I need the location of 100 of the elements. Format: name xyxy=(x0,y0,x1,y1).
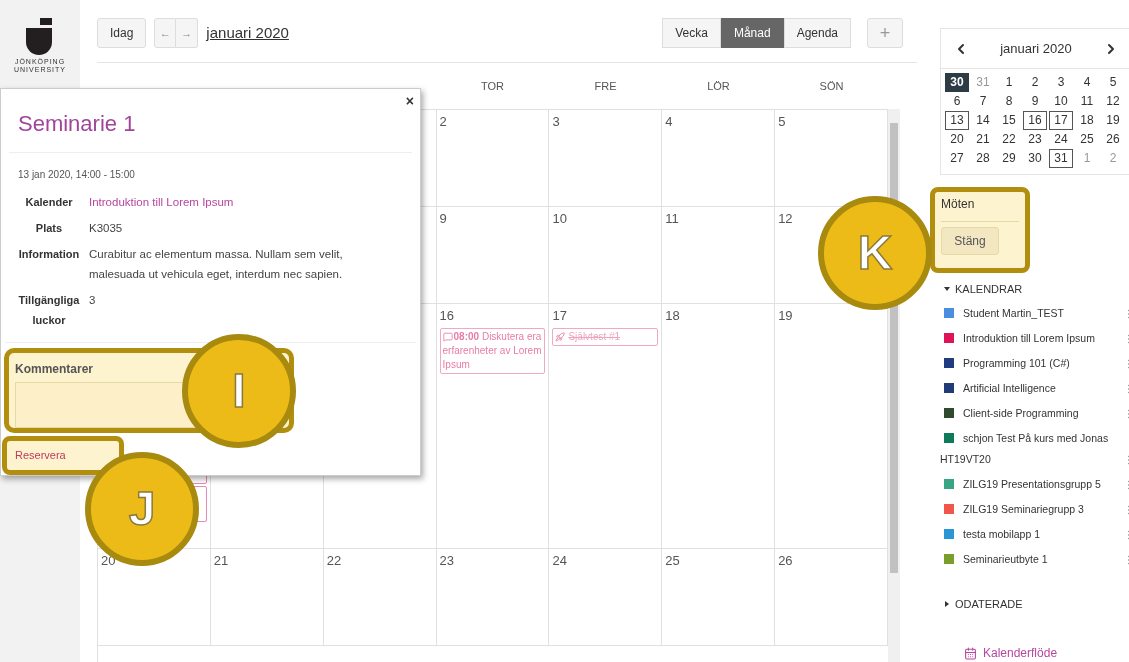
mini-calendar-day[interactable]: 31 xyxy=(1049,149,1073,168)
mini-calendar-day[interactable]: 28 xyxy=(971,149,995,168)
mini-calendar-day[interactable]: 17 xyxy=(1049,111,1073,130)
mini-calendar-day[interactable]: 20 xyxy=(945,130,969,149)
calendar-name[interactable]: Programming 101 (C#) xyxy=(940,352,1123,374)
color-swatch[interactable] xyxy=(944,503,954,514)
next-button[interactable]: → xyxy=(176,18,199,48)
calendar-name[interactable]: Seminarieutbyte 1 xyxy=(940,548,1123,570)
mini-calendar-day[interactable]: 23 xyxy=(1023,130,1047,149)
caret-icon xyxy=(944,286,950,293)
color-swatch[interactable] xyxy=(944,432,954,443)
mini-calendar-day[interactable]: 14 xyxy=(971,111,995,130)
calendar-name[interactable]: ZILG19 Presentationsgrupp 5 xyxy=(940,473,1123,495)
day-cell[interactable]: 9 xyxy=(436,207,550,304)
mini-calendar-day[interactable]: 16 xyxy=(1023,111,1047,130)
mini-calendar-day[interactable]: 6 xyxy=(945,92,969,111)
detail-value: Curabitur ac elementum massa. Nullam sem velit, malesuada ut vehicula eget, interdum nec sapien. xyxy=(89,247,344,282)
day-cell[interactable]: 17 Självtest #1 xyxy=(549,304,663,549)
mini-calendar-day[interactable]: 15 xyxy=(997,111,1021,130)
day-cell[interactable]: 25 xyxy=(662,549,776,646)
day-number: 22 xyxy=(326,552,343,570)
mini-calendar-day[interactable]: 1 xyxy=(997,73,1021,92)
mini-calendar-day[interactable]: 19 xyxy=(1101,111,1125,130)
mini-calendar-day[interactable]: 5 xyxy=(1101,73,1125,92)
detail-label: Information xyxy=(17,247,81,262)
reserve-button[interactable]: Reservera xyxy=(11,444,70,467)
day-number: 18 xyxy=(665,307,681,325)
day-number: 5 xyxy=(778,113,787,131)
day-cell[interactable]: 3 xyxy=(549,110,663,207)
mini-calendar-day[interactable]: 21 xyxy=(971,130,995,149)
color-swatch[interactable] xyxy=(944,553,954,564)
caret-icon xyxy=(944,600,950,607)
day-cell[interactable]: 21 xyxy=(210,549,324,646)
mini-calendar-day[interactable]: 11 xyxy=(1075,92,1099,111)
mini-calendar-day[interactable]: 2 xyxy=(1023,73,1047,92)
calendar-name[interactable]: testa mobilapp 1 xyxy=(940,523,1123,545)
calendar-name[interactable]: Student Martin_TEST xyxy=(940,302,1123,324)
calendar-name[interactable]: ZILG19 Seminariegrupp 3 xyxy=(940,498,1123,520)
day-cell[interactable]: 23 xyxy=(436,549,550,646)
mini-calendar-day[interactable]: 8 xyxy=(997,92,1021,111)
calendar-name[interactable]: Introduktion till Lorem Ipsum xyxy=(940,327,1123,349)
mini-calendar-day[interactable]: 13 xyxy=(945,111,969,130)
day-cell[interactable]: 4 xyxy=(662,110,776,207)
month-link[interactable]: januari 2020 xyxy=(206,21,289,45)
mini-calendar-day[interactable]: 25 xyxy=(1075,130,1099,149)
callout-tooltip: K xyxy=(818,196,932,310)
color-swatch[interactable] xyxy=(944,407,954,418)
day-number: 25 xyxy=(665,552,681,570)
day-cell[interactable]: 16 08:00 Diskutera era erfarenheter av Lorem Ipsum xyxy=(436,304,550,549)
mini-calendar-day[interactable]: 10 xyxy=(1049,92,1073,111)
mini-calendar-day[interactable]: 27 xyxy=(945,149,969,168)
calendar-name[interactable]: Artificial Intelligence xyxy=(940,377,1123,399)
mini-calendar-title: januari 2020 xyxy=(1000,39,1072,58)
view-tab[interactable]: Månad xyxy=(720,18,784,48)
today-button[interactable]: Idag xyxy=(97,18,147,48)
calendar-link[interactable]: Introduktion till Lorem Ipsum xyxy=(89,192,234,212)
mini-calendar-day[interactable]: 12 xyxy=(1101,92,1125,111)
day-number: 12 xyxy=(778,210,794,228)
weekday-header: LÖR xyxy=(706,78,731,94)
mini-calendar-day[interactable]: 3 xyxy=(1049,73,1073,92)
color-swatch[interactable] xyxy=(944,478,954,489)
day-number: 21 xyxy=(213,552,230,570)
previous-button[interactable]: ← xyxy=(154,18,177,48)
day-cell[interactable]: 22 xyxy=(323,549,437,646)
color-swatch[interactable] xyxy=(944,528,954,539)
close-button[interactable]: × xyxy=(405,91,414,112)
mini-calendar-day[interactable]: 18 xyxy=(1075,111,1099,130)
mini-calendar-day[interactable]: 30 xyxy=(1023,149,1047,168)
calendar-name[interactable]: Client-side Programming xyxy=(940,402,1123,424)
day-cell[interactable]: 2 xyxy=(436,110,550,207)
calendar-name[interactable]: schjon Test På kurs med Jonas HT19VT20 xyxy=(940,427,1123,470)
mini-calendar-day[interactable]: 4 xyxy=(1075,73,1099,92)
mini-calendar-day[interactable]: 9 xyxy=(1023,92,1047,111)
mini-calendar-day[interactable]: 26 xyxy=(1101,130,1125,149)
weekday-header: SÖN xyxy=(818,78,845,94)
color-swatch[interactable] xyxy=(944,332,954,343)
day-number: 17 xyxy=(552,307,568,325)
calendar-feed-link[interactable]: Kalenderflöde xyxy=(964,644,1129,662)
day-number: 19 xyxy=(778,307,794,325)
day-cell[interactable]: 10 xyxy=(549,207,663,304)
day-cell[interactable]: 26 xyxy=(775,549,888,646)
mini-calendar-day[interactable]: 7 xyxy=(971,92,995,111)
color-swatch[interactable] xyxy=(944,357,954,368)
close-button[interactable]: Stäng xyxy=(941,227,999,255)
color-swatch[interactable] xyxy=(944,307,954,318)
mini-calendar-day[interactable]: 29 xyxy=(997,149,1021,168)
day-number: 9 xyxy=(439,210,448,228)
section-title[interactable]: KALENDRAR xyxy=(955,281,1023,298)
day-cell[interactable]: 11 xyxy=(662,207,776,304)
mini-calendar-day[interactable]: 30 xyxy=(945,73,969,92)
color-swatch[interactable] xyxy=(944,382,954,393)
mini-calendar-day[interactable]: 24 xyxy=(1049,130,1073,149)
section-title[interactable]: ODATERADE xyxy=(955,595,1023,612)
day-number: 24 xyxy=(552,552,568,570)
day-cell[interactable]: 18 xyxy=(662,304,776,549)
view-tab[interactable]: Agenda xyxy=(783,18,851,48)
mini-calendar-day[interactable]: 22 xyxy=(997,130,1021,149)
weekday-header: FRE xyxy=(593,78,618,94)
day-cell[interactable]: 24 xyxy=(549,549,663,646)
view-tab[interactable]: Vecka xyxy=(662,18,721,48)
